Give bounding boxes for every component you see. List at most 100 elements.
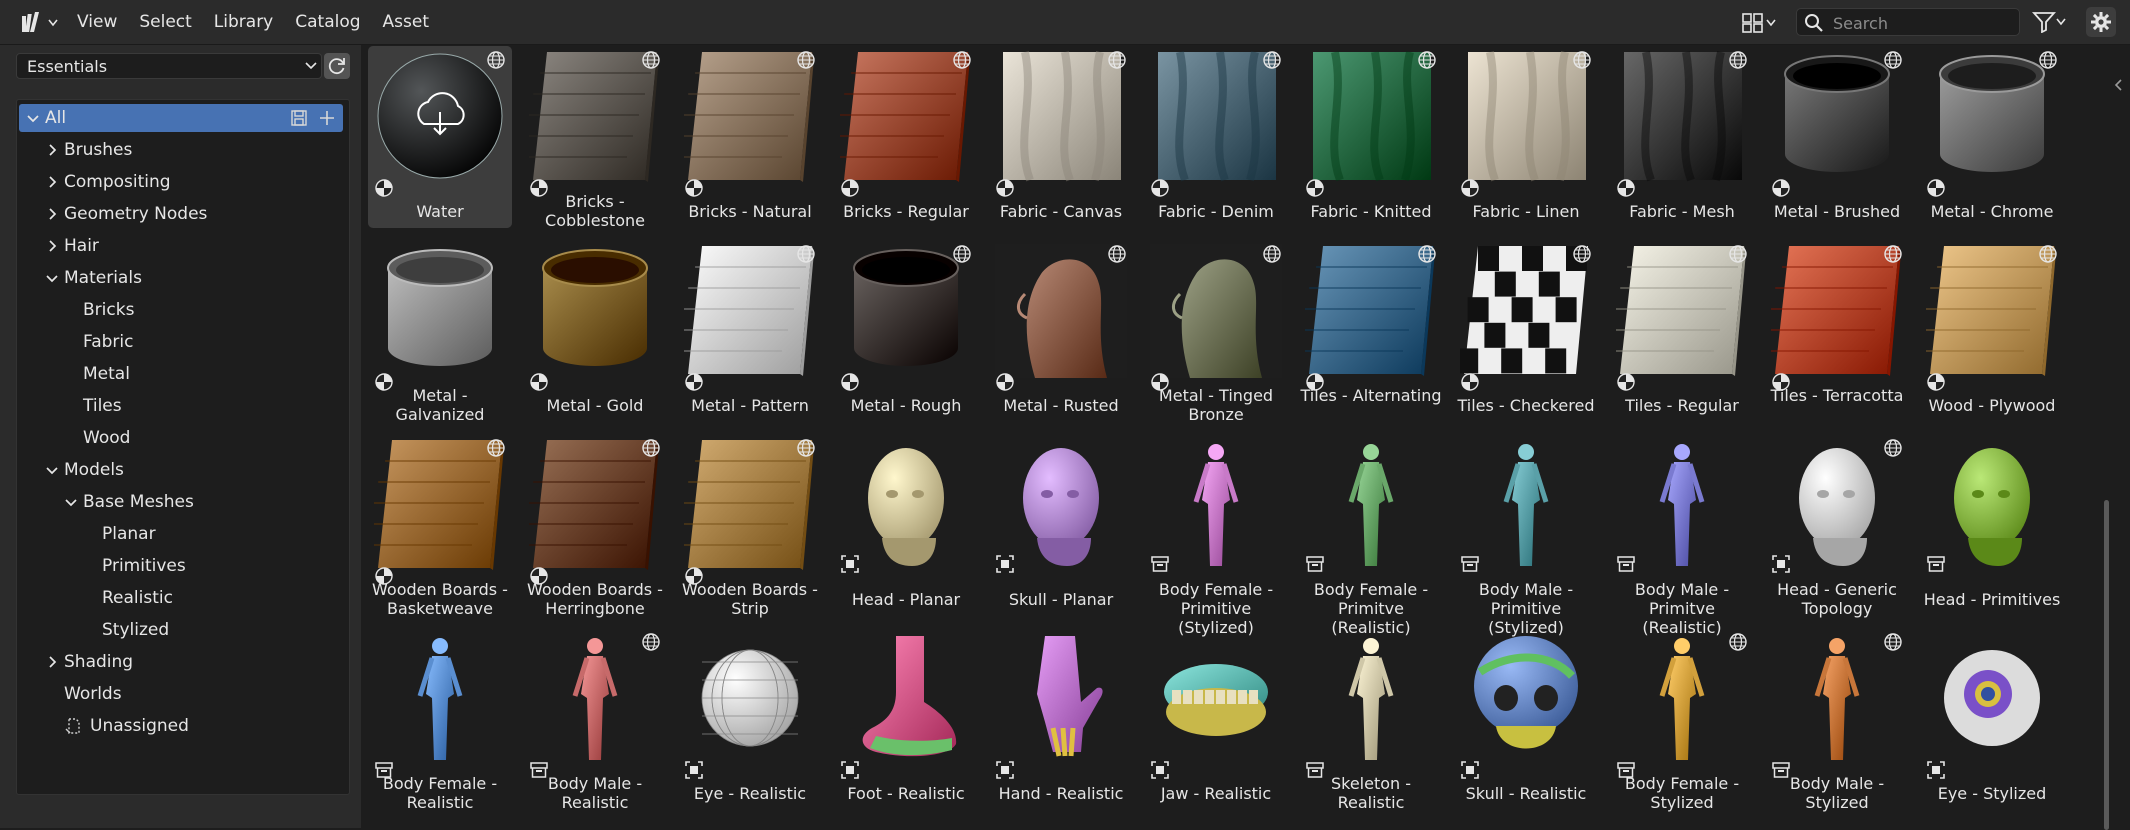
catalog-item-planar[interactable]: Planar — [19, 520, 343, 548]
catalog-item-primitives[interactable]: Primitives — [19, 552, 343, 580]
asset-tile[interactable]: Skeleton - Realistic — [1299, 628, 1443, 812]
search-icon — [1805, 14, 1823, 32]
menu-catalog[interactable]: Catalog — [284, 12, 371, 32]
sidebar-toggle-strip[interactable] — [2106, 46, 2130, 828]
catalog-item-realistic[interactable]: Realistic — [19, 584, 343, 612]
asset-tile[interactable]: Body Female - Stylized — [1610, 628, 1754, 812]
globe-icon — [1884, 245, 1902, 263]
asset-tile[interactable]: Tiles - Terracotta — [1754, 240, 1909, 422]
asset-tile[interactable]: Body Female - Primitive (Stylized) — [1144, 434, 1288, 637]
asset-tile[interactable]: Water — [368, 46, 512, 228]
asset-thumbnail — [1599, 244, 1748, 378]
catalog-item-models[interactable]: Models — [19, 456, 343, 484]
asset-tile[interactable]: Metal - Brushed — [1765, 46, 1909, 228]
asset-tile[interactable]: Eye - Realistic — [678, 628, 822, 810]
asset-tile[interactable]: Fabric - Denim — [1144, 46, 1288, 228]
asset-tile[interactable]: Foot - Realistic — [834, 628, 978, 810]
menu-asset[interactable]: Asset — [372, 12, 440, 32]
preferences-button[interactable] — [2086, 7, 2116, 37]
asset-tile[interactable]: Body Female - Primitve (Realistic) — [1299, 434, 1443, 637]
asset-thumbnail — [995, 438, 1127, 572]
chevron-down-icon[interactable] — [27, 112, 39, 124]
asset-tile[interactable]: Jaw - Realistic — [1144, 628, 1288, 810]
asset-tile[interactable]: Head - Primitives — [1920, 434, 2064, 616]
catalog-item-base-meshes[interactable]: Base Meshes — [19, 488, 343, 516]
asset-tile[interactable]: Wooden Boards - Basketweave — [357, 434, 512, 618]
asset-tile[interactable]: Tiles - Checkered — [1454, 240, 1598, 422]
asset-tile[interactable]: Metal - Chrome — [1920, 46, 2064, 228]
asset-tile[interactable]: Bricks - Regular — [823, 46, 978, 228]
catalog-item-shading[interactable]: Shading — [19, 648, 343, 676]
display-mode-button[interactable] — [1742, 10, 1782, 35]
asset-tile[interactable]: Metal - Gold — [523, 240, 667, 422]
chevron-right-icon[interactable] — [46, 144, 58, 156]
asset-tile[interactable]: Wooden Boards - Strip — [667, 434, 822, 618]
asset-tile[interactable]: Skull - Realistic — [1454, 628, 1598, 810]
catalog-item-materials[interactable]: Materials — [19, 264, 343, 292]
asset-tile[interactable]: Fabric - Knitted — [1299, 46, 1443, 228]
catalog-item-compositing[interactable]: Compositing — [19, 168, 343, 196]
menu-view[interactable]: View — [66, 12, 128, 32]
editor-type-button[interactable] — [20, 10, 58, 36]
chevron-down-icon[interactable] — [46, 464, 58, 476]
catalog-item-brushes[interactable]: Brushes — [19, 136, 343, 164]
catalog-item-all[interactable]: All — [19, 104, 343, 132]
add-catalog-icon[interactable] — [317, 108, 337, 128]
grid-scrollbar[interactable] — [2104, 500, 2109, 830]
asset-tile[interactable]: Body Male - Realistic — [523, 628, 667, 812]
catalog-item-geometry-nodes[interactable]: Geometry Nodes — [19, 200, 343, 228]
asset-thumbnail — [1926, 438, 2058, 572]
asset-name: Metal - Chrome — [1930, 202, 2054, 221]
chevron-right-icon[interactable] — [46, 176, 58, 188]
asset-tile[interactable]: Wooden Boards - Herringbone — [512, 434, 667, 618]
asset-tile[interactable]: Skull - Planar — [989, 434, 1133, 616]
asset-tile[interactable]: Body Female - Realistic — [368, 628, 512, 812]
catalog-item-hair[interactable]: Hair — [19, 232, 343, 260]
chevron-down-icon[interactable] — [46, 272, 58, 284]
material-icon — [996, 373, 1014, 391]
asset-tile[interactable]: Body Male - Stylized — [1765, 628, 1909, 812]
asset-tile[interactable]: Fabric - Mesh — [1610, 46, 1754, 228]
asset-tile[interactable]: Metal - Pattern — [667, 240, 822, 422]
catalog-item-wood[interactable]: Wood — [19, 424, 343, 452]
asset-library-dropdown[interactable]: Essentials — [16, 53, 322, 79]
chevron-down-icon[interactable] — [65, 496, 77, 508]
asset-tile[interactable]: Tiles - Alternating — [1288, 240, 1443, 422]
asset-tile[interactable]: Metal - Rough — [834, 240, 978, 422]
search-input[interactable] — [1831, 11, 2015, 35]
asset-tile[interactable]: Bricks - Natural — [667, 46, 822, 228]
catalog-item-tiles[interactable]: Tiles — [19, 392, 343, 420]
chevron-right-icon[interactable] — [46, 240, 58, 252]
menu-library[interactable]: Library — [203, 12, 284, 32]
asset-tile[interactable]: Metal - Tinged Bronze — [1144, 240, 1288, 424]
catalog-item-unassigned[interactable]: Unassigned — [19, 712, 343, 740]
asset-tile[interactable]: Head - Generic Topology — [1765, 434, 1909, 618]
catalog-item-fabric[interactable]: Fabric — [19, 328, 343, 356]
filter-button[interactable] — [2032, 9, 2076, 35]
asset-tile[interactable]: Tiles - Regular — [1599, 240, 1754, 422]
catalog-item-stylized[interactable]: Stylized — [19, 616, 343, 644]
asset-tile[interactable]: Fabric - Linen — [1454, 46, 1598, 228]
asset-tile[interactable]: Eye - Stylized — [1920, 628, 2064, 810]
asset-tile[interactable]: Metal - Rusted — [989, 240, 1133, 422]
catalog-item-metal[interactable]: Metal — [19, 360, 343, 388]
asset-tile[interactable]: Body Male - Primitve (Realistic) — [1610, 434, 1754, 637]
asset-thumbnail — [1150, 50, 1282, 184]
chevron-right-icon[interactable] — [46, 656, 58, 668]
chevron-right-icon[interactable] — [46, 208, 58, 220]
object-icon — [996, 555, 1014, 573]
catalog-item-worlds[interactable]: Worlds — [19, 680, 343, 708]
menu-select[interactable]: Select — [128, 12, 202, 32]
catalog-item-bricks[interactable]: Bricks — [19, 296, 343, 324]
search-box[interactable] — [1796, 8, 2020, 36]
asset-tile[interactable]: Wood - Plywood — [1909, 240, 2064, 422]
asset-tile[interactable]: Fabric - Canvas — [989, 46, 1133, 228]
asset-tile[interactable]: Hand - Realistic — [989, 628, 1133, 810]
asset-tile[interactable]: Bricks - Cobblestone — [512, 46, 667, 230]
asset-tile[interactable]: Head - Planar — [834, 434, 978, 616]
save-catalog-icon[interactable] — [289, 108, 309, 128]
asset-tile[interactable]: Metal - Galvanized — [368, 240, 512, 424]
asset-tile[interactable]: Body Male - Primitive (Stylized) — [1454, 434, 1598, 637]
asset-name: Wooden Boards - Strip — [682, 580, 818, 618]
refresh-library-button[interactable] — [324, 53, 350, 79]
